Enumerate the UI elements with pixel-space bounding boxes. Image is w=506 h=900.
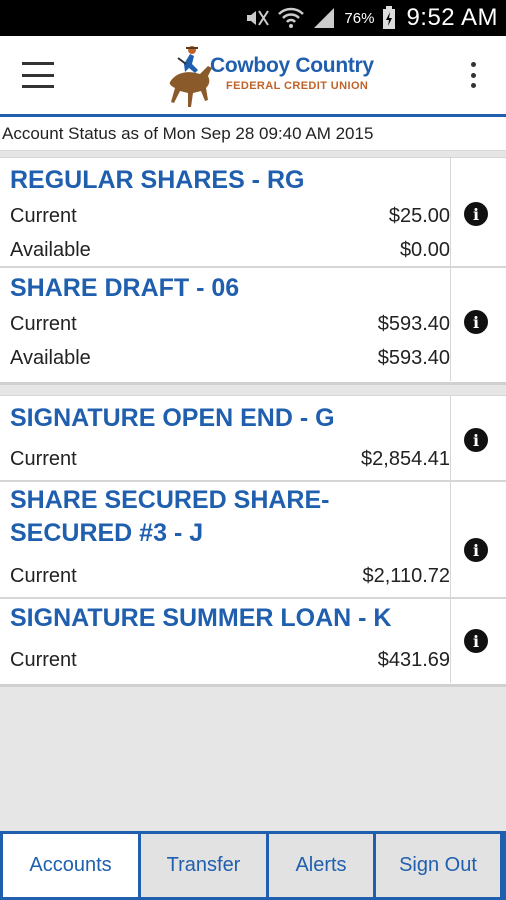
balance-value: $593.40: [377, 313, 450, 335]
balance-value: $431.69: [377, 649, 450, 671]
loan-accounts-group: SIGNATURE OPEN END - G Current $2,854.41…: [0, 395, 506, 687]
account-name: SIGNATURE OPEN END - G: [10, 404, 335, 432]
balance-value: $2,110.72: [362, 565, 451, 587]
account-card[interactable]: SHARE SECURED SHARE- SECURED #3 - J Curr…: [0, 482, 506, 599]
balance-label: Current: [10, 205, 77, 227]
account-card[interactable]: REGULAR SHARES - RG Current $25.00 Avail…: [0, 158, 506, 268]
balance-row-current: Current $2,854.41: [10, 448, 450, 471]
account-status-timestamp: Account Status as of Mon Sep 28 09:40 AM…: [0, 117, 506, 151]
battery-percent: 76%: [344, 9, 375, 27]
balance-row-available: Available $0.00: [10, 239, 450, 262]
status-bar: 76% 9:52 AM: [0, 0, 506, 36]
clock: 9:52 AM: [406, 4, 498, 31]
info-icon[interactable]: i: [464, 310, 488, 334]
logo-title: Cowboy Country: [210, 54, 374, 77]
info-icon[interactable]: i: [464, 538, 488, 562]
balance-value: $2,854.41: [361, 448, 450, 470]
balance-label: Current: [10, 448, 77, 470]
credit-union-logo: Cowboy Country FEDERAL CREDIT UNION: [156, 42, 374, 110]
account-name: SIGNATURE SUMMER LOAN - K: [10, 604, 392, 632]
overflow-menu-icon[interactable]: [466, 62, 480, 88]
app-header: Cowboy Country FEDERAL CREDIT UNION: [0, 36, 506, 114]
logo-subtitle: FEDERAL CREDIT UNION: [226, 80, 369, 92]
balance-row-available: Available $593.40: [10, 347, 450, 370]
tab-alerts[interactable]: Alerts: [269, 834, 373, 897]
balance-row-current: Current $25.00: [10, 205, 450, 228]
balance-label: Available: [10, 239, 91, 261]
account-card[interactable]: SIGNATURE SUMMER LOAN - K Current $431.6…: [0, 599, 506, 683]
signal-icon: [312, 7, 336, 29]
balance-row-current: Current $593.40: [10, 313, 450, 336]
wifi-icon: [278, 7, 305, 29]
info-icon[interactable]: i: [464, 202, 488, 226]
account-name: REGULAR SHARES - RG: [10, 166, 305, 194]
hamburger-menu-icon[interactable]: [22, 62, 54, 88]
balance-value: $593.40: [377, 347, 450, 369]
tab-accounts[interactable]: Accounts: [3, 834, 138, 897]
account-name: SHARE DRAFT - 06: [10, 274, 240, 302]
account-card[interactable]: SIGNATURE OPEN END - G Current $2,854.41…: [0, 396, 506, 482]
balance-value: $0.00: [399, 239, 450, 261]
battery-icon: [382, 6, 396, 30]
balance-label: Current: [10, 565, 77, 587]
balance-label: Current: [10, 313, 77, 335]
tab-transfer[interactable]: Transfer: [141, 834, 266, 897]
account-name-line1: SHARE SECURED SHARE-: [10, 486, 330, 514]
balance-label: Current: [10, 649, 77, 671]
share-accounts-group: REGULAR SHARES - RG Current $25.00 Avail…: [0, 157, 506, 385]
info-icon[interactable]: i: [464, 629, 488, 653]
account-card[interactable]: SHARE DRAFT - 06 Current $593.40 Availab…: [0, 268, 506, 381]
mute-icon: [244, 8, 270, 28]
tab-sign-out[interactable]: Sign Out: [376, 834, 500, 897]
balance-row-current: Current $431.69: [10, 649, 450, 672]
info-icon[interactable]: i: [464, 428, 488, 452]
balance-value: $25.00: [388, 205, 450, 227]
bottom-tab-bar: Accounts Transfer Alerts Sign Out: [0, 831, 506, 900]
balance-label: Available: [10, 347, 91, 369]
balance-row-current: Current $2,110.72: [10, 565, 450, 588]
account-name-line2: SECURED #3 - J: [10, 519, 204, 547]
